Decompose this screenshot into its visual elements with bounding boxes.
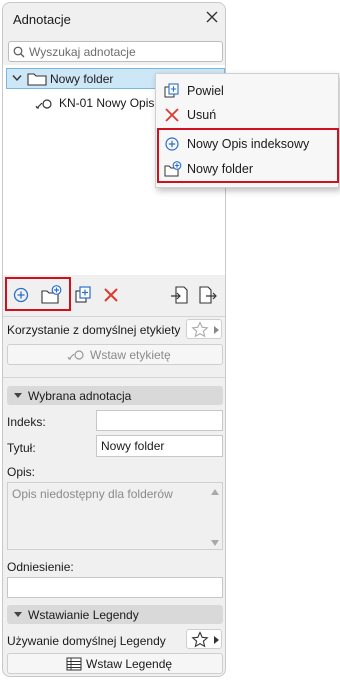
legend-favorites-picker[interactable]: [186, 629, 222, 649]
insert-legend-button[interactable]: Wstaw Legendę: [7, 653, 223, 674]
delete-icon: [165, 108, 179, 122]
menu-item-duplicate[interactable]: Powiel: [156, 79, 338, 103]
index-label-icon: [67, 350, 84, 360]
legend-section-title: Wstawianie Legendy: [28, 608, 139, 622]
star-icon: [191, 631, 209, 648]
close-icon[interactable]: [205, 10, 219, 24]
scroll-up-icon[interactable]: [211, 489, 219, 495]
scroll-down-icon[interactable]: [211, 540, 219, 546]
index-label-icon: [35, 99, 52, 109]
tree-folder-label: Nowy folder: [50, 72, 114, 86]
triangle-right-icon: [214, 636, 219, 644]
toolbar-highlight-box: [5, 277, 71, 311]
default-legend-text: Używanie domyślnej Legendy: [7, 634, 166, 648]
collapse-triangle-icon: [14, 612, 22, 617]
insert-legend-text: Wstaw Legendę: [86, 657, 173, 671]
panel-title: Adnotacje: [13, 12, 71, 27]
reference-field[interactable]: [7, 577, 223, 598]
triangle-right-icon: [214, 326, 219, 334]
legend-section-header[interactable]: Wstawianie Legendy: [7, 605, 223, 624]
reference-label: Odniesienie:: [7, 560, 74, 574]
search-input[interactable]: Wyszukaj adnotacje: [8, 41, 223, 62]
import-icon[interactable]: [169, 285, 189, 305]
divider: [3, 316, 225, 317]
divider: [3, 377, 225, 378]
menu-item-delete[interactable]: Usuń: [156, 103, 338, 127]
tree-item-label: KN-01 Nowy Opis in: [59, 96, 168, 110]
collapse-triangle-icon: [14, 393, 22, 398]
insert-label-button[interactable]: Wstaw etykietę: [7, 344, 223, 365]
chevron-down-icon[interactable]: [12, 74, 22, 82]
legend-table-icon: [66, 657, 82, 671]
description-placeholder: Opis niedostępny dla folderów: [12, 487, 173, 501]
insert-label-text: Wstaw etykietę: [90, 348, 171, 362]
export-icon[interactable]: [197, 285, 217, 305]
folder-icon: [27, 73, 47, 86]
search-placeholder: Wyszukaj adnotacje: [29, 45, 136, 59]
selected-annotation-title: Wybrana adnotacja: [28, 389, 132, 403]
label-favorites-picker[interactable]: [186, 319, 222, 339]
menu-highlight-box: [157, 128, 339, 183]
description-label: Opis:: [7, 465, 36, 479]
title-label: Tytuł:: [7, 441, 36, 455]
index-label: Indeks:: [7, 415, 46, 429]
star-icon: [191, 321, 209, 338]
delete-icon[interactable]: [101, 285, 121, 305]
duplicate-icon: [164, 83, 179, 98]
title-field-value: Nowy folder: [101, 439, 165, 453]
description-field[interactable]: Opis niedostępny dla folderów: [7, 482, 223, 550]
selected-annotation-header[interactable]: Wybrana adnotacja: [7, 386, 223, 405]
default-label-text: Korzystanie z domyślnej etykiety: [7, 323, 181, 337]
duplicate-icon[interactable]: [73, 285, 93, 305]
index-field[interactable]: [96, 410, 223, 431]
title-field[interactable]: Nowy folder: [96, 435, 223, 457]
search-icon: [13, 46, 25, 58]
tree-toolbar: [3, 277, 225, 313]
